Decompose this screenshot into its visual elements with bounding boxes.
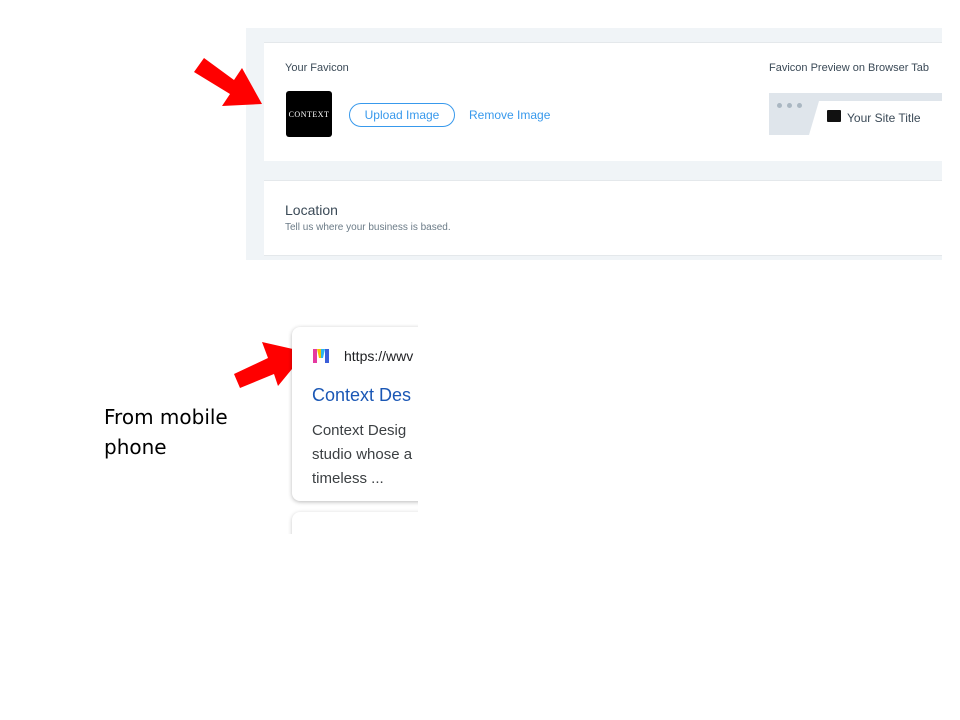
- next-result-card[interactable]: [292, 512, 418, 534]
- favicon-thumbnail: CONTEXT: [286, 91, 332, 137]
- snippet-line: timeless ...: [312, 470, 384, 487]
- your-favicon-label: Your Favicon: [285, 62, 349, 74]
- favicon-settings-panel: Your Favicon Favicon Preview on Browser …: [246, 28, 942, 260]
- favicon-card: Your Favicon Favicon Preview on Browser …: [264, 42, 942, 161]
- snippet-line: studio whose a: [312, 446, 413, 463]
- red-arrow-icon: [194, 58, 262, 106]
- location-description: Tell us where your business is based.: [285, 222, 451, 233]
- result-url[interactable]: https://wwv: [344, 348, 413, 364]
- browser-tab-preview: Your Site Title: [769, 93, 942, 135]
- tab-site-title: Your Site Title: [847, 111, 921, 125]
- search-result-card[interactable]: https://wwv Context Des Context Desig st…: [292, 327, 418, 501]
- tab-favicon-icon: [827, 110, 841, 122]
- favicon-thumb-text: CONTEXT: [288, 109, 330, 119]
- favicon-preview-label: Favicon Preview on Browser Tab: [769, 62, 929, 74]
- remove-image-link[interactable]: Remove Image: [469, 108, 550, 122]
- caption-line: From mobile: [104, 405, 228, 429]
- location-card[interactable]: Location Tell us where your business is …: [264, 180, 942, 256]
- mobile-search-result: https://wwv Context Des Context Desig st…: [288, 324, 418, 534]
- upload-image-button[interactable]: Upload Image: [349, 103, 455, 127]
- mobile-caption: From mobile phone: [104, 402, 228, 462]
- multicolor-m-logo-icon: [313, 349, 329, 363]
- location-title: Location: [285, 202, 338, 218]
- snippet-line: Context Desig: [312, 422, 407, 439]
- window-dots-icon: [777, 103, 802, 108]
- caption-line: phone: [104, 435, 167, 459]
- result-title-link[interactable]: Context Des: [312, 385, 411, 406]
- result-snippet: Context Desig studio whose a timeless ..…: [312, 419, 412, 491]
